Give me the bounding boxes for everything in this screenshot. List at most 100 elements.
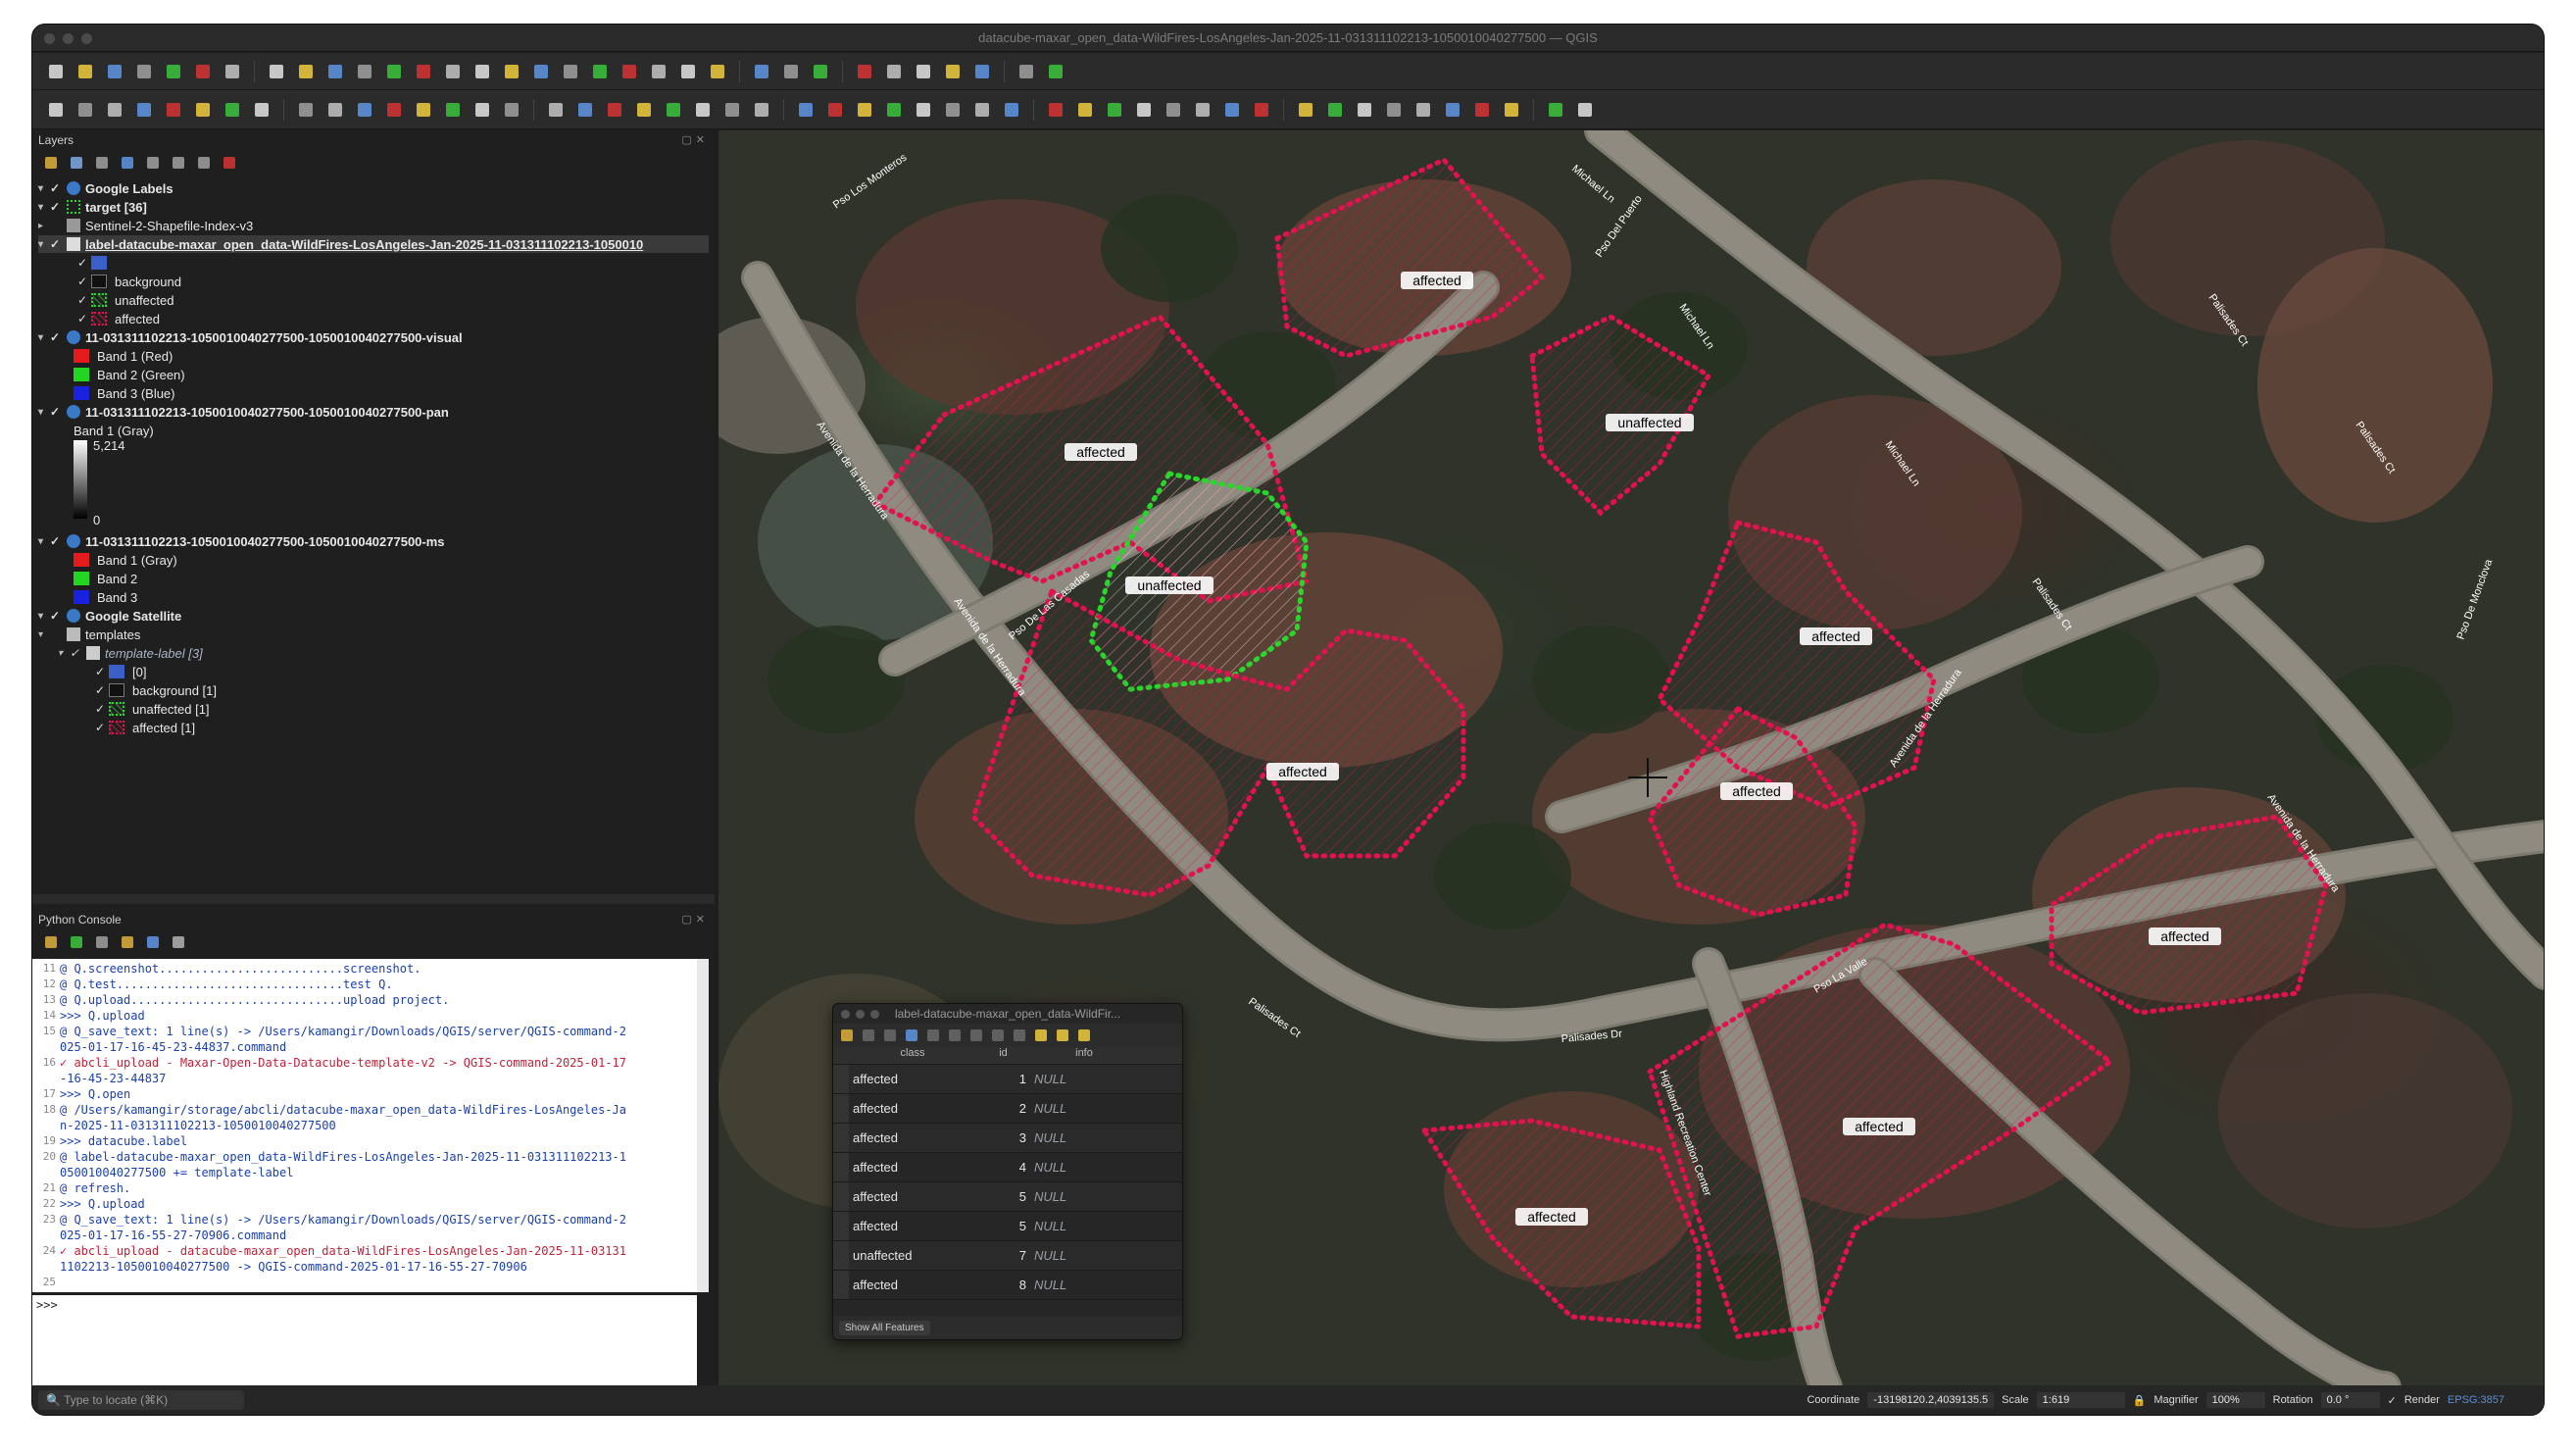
zoom-to-selection-icon[interactable] (412, 60, 435, 83)
show-editor-icon[interactable] (93, 933, 111, 951)
layer-visual[interactable]: ▾ ✓ 11-031311102213-1050010040277500-10500… (38, 328, 463, 346)
digitize-tool-icon[interactable] (221, 98, 244, 122)
cell-id[interactable]: 8 (976, 1278, 1030, 1292)
layer-google-labels[interactable]: ▾ ✓ Google Labels (38, 179, 173, 197)
digitize-tool-icon[interactable] (382, 98, 406, 122)
identify-icon[interactable] (853, 60, 876, 83)
row-header[interactable] (833, 1124, 849, 1152)
dock-controls[interactable]: ▢✕ (681, 913, 709, 927)
layers-horizontal-scrollbar[interactable] (32, 894, 715, 904)
layer-label-datacube[interactable]: ▾ ✓ label-datacube-maxar_open_data-WildFir… (38, 235, 709, 253)
style-manager-icon[interactable] (221, 60, 244, 83)
digitize-tool-icon[interactable] (162, 98, 185, 122)
toggle-editing-icon[interactable] (839, 1028, 855, 1043)
render-checkbox[interactable]: ✓ (2388, 1394, 2397, 1407)
digitize-tool-icon[interactable] (882, 98, 906, 122)
column-class[interactable]: class (849, 1047, 976, 1064)
digitize-tool-icon[interactable] (794, 98, 817, 122)
visibility-icon[interactable] (93, 154, 111, 172)
digitize-tool-icon[interactable] (74, 98, 97, 122)
layer-google-satellite[interactable]: ▾ ✓ Google Satellite (38, 607, 181, 625)
layer-ms[interactable]: ▾ ✓ 11-031311102213-1050010040277500-10500… (38, 532, 445, 550)
digitize-tool-icon[interactable] (1353, 98, 1376, 122)
deselect-icon[interactable] (809, 60, 832, 83)
digitize-tool-icon[interactable] (603, 98, 626, 122)
digitize-tool-icon[interactable] (250, 98, 273, 122)
zoom-to-layer-icon[interactable] (441, 60, 465, 83)
row-header[interactable] (833, 1241, 849, 1270)
cell-class[interactable]: affected (849, 1101, 976, 1116)
digitize-tool-icon[interactable] (1294, 98, 1317, 122)
annotation-icon[interactable] (1015, 60, 1038, 83)
add-feature-icon[interactable] (925, 1028, 941, 1043)
cell-info[interactable]: NULL (1030, 1278, 1138, 1292)
zoom-full-icon[interactable] (382, 60, 406, 83)
template-legend-default[interactable]: ✓ [0] (95, 663, 146, 680)
print-layout-icon[interactable] (162, 60, 185, 83)
temporal-icon[interactable] (676, 60, 700, 83)
save-as-icon[interactable] (132, 60, 156, 83)
zoom-last-icon[interactable] (500, 60, 523, 83)
close-icon[interactable] (841, 1010, 850, 1019)
pan-to-selection-icon[interactable] (294, 60, 318, 83)
digitize-tool-icon[interactable] (294, 98, 318, 122)
row-header[interactable] (833, 1182, 849, 1211)
window-controls[interactable] (44, 33, 92, 44)
digitize-tool-icon[interactable] (823, 98, 847, 122)
cell-class[interactable]: unaffected (849, 1248, 976, 1263)
statistics-icon[interactable] (941, 60, 965, 83)
digitize-tool-icon[interactable] (1441, 98, 1464, 122)
refresh-icon[interactable] (706, 60, 729, 83)
collapse-all-icon[interactable] (195, 154, 213, 172)
digitize-tool-icon[interactable] (1220, 98, 1244, 122)
cell-info[interactable]: NULL (1030, 1072, 1138, 1086)
attribute-table-window[interactable]: label-datacube-maxar_open_data-WildFir..… (832, 1003, 1183, 1340)
cell-info[interactable]: NULL (1030, 1101, 1138, 1116)
digitize-tool-icon[interactable] (132, 98, 156, 122)
measure-icon[interactable] (970, 60, 994, 83)
digitize-tool-icon[interactable] (1470, 98, 1494, 122)
cell-info[interactable]: NULL (1030, 1219, 1138, 1233)
column-id[interactable]: id (976, 1047, 1030, 1064)
cell-class[interactable]: affected (849, 1160, 976, 1175)
table-row[interactable]: affected 5 NULL (833, 1212, 1182, 1241)
zoom-window-icon[interactable] (81, 33, 92, 44)
digitize-tool-icon[interactable] (191, 98, 215, 122)
digitize-tool-icon[interactable] (720, 98, 744, 122)
cell-class[interactable]: affected (849, 1219, 976, 1233)
legend-item-unaffected[interactable]: ✓ unaffected (77, 291, 173, 309)
digitize-tool-icon[interactable] (1073, 98, 1097, 122)
cell-class[interactable]: affected (849, 1278, 976, 1292)
layer-sentinel-index[interactable]: ▸ Sentinel-2-Shapefile-Index-v3 (38, 217, 253, 234)
cell-id[interactable]: 7 (976, 1248, 1030, 1263)
remove-layer-icon[interactable] (221, 154, 238, 172)
group-templates[interactable]: ▾ templates (38, 626, 140, 643)
lock-scale-icon[interactable]: 🔒 (2133, 1394, 2147, 1407)
new-project-icon[interactable] (44, 60, 68, 83)
cell-info[interactable]: NULL (1030, 1248, 1138, 1263)
legend-item-background[interactable]: ✓ background (77, 273, 181, 290)
zoom-native-icon[interactable] (471, 60, 494, 83)
column-info[interactable]: info (1030, 1047, 1138, 1064)
digitize-tool-icon[interactable] (970, 98, 994, 122)
crs-button[interactable]: EPSG:3857 (2448, 1394, 2504, 1406)
template-legend-unaffected[interactable]: ✓ unaffected [1] (95, 700, 210, 718)
digitize-tool-icon[interactable] (1000, 98, 1023, 122)
table-row[interactable]: affected 8 NULL (833, 1271, 1182, 1300)
bookmark-icon[interactable] (618, 60, 641, 83)
window-controls[interactable] (841, 1010, 879, 1019)
table-row[interactable]: affected 4 NULL (833, 1153, 1182, 1182)
filter-icon[interactable] (119, 154, 136, 172)
cell-id[interactable]: 5 (976, 1189, 1030, 1204)
minimize-window-icon[interactable] (63, 33, 74, 44)
digitize-tool-icon[interactable] (412, 98, 435, 122)
row-header[interactable] (833, 1153, 849, 1181)
console-input[interactable]: >>> (32, 1295, 697, 1388)
attribute-table-icon[interactable] (882, 60, 906, 83)
select-expression-icon[interactable] (1033, 1028, 1049, 1043)
field-calc-icon[interactable] (912, 60, 935, 83)
cell-info[interactable]: NULL (1030, 1160, 1138, 1175)
filter-legend-icon[interactable] (144, 154, 162, 172)
dock-controls[interactable]: ▢✕ (681, 133, 709, 147)
cell-id[interactable]: 1 (976, 1072, 1030, 1086)
